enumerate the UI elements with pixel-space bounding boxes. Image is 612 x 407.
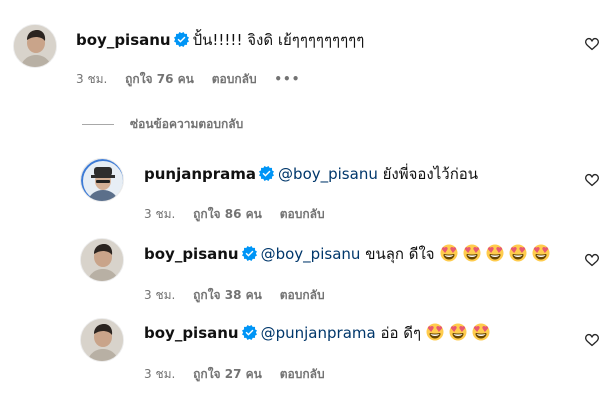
comment-line: punjanprama @boy_pisanu ยังพี่จองไว้ก่อน — [144, 164, 478, 184]
heart-eyes-emoji-icon — [486, 244, 504, 262]
timestamp[interactable]: 3 ชม. — [144, 207, 175, 221]
avatar[interactable] — [13, 24, 57, 68]
comment-meta: 3 ชม. ถูกใจ 27 คน ตอบกลับ — [144, 366, 339, 382]
avatar-image — [14, 25, 56, 67]
more-options-button[interactable]: ••• — [274, 72, 300, 86]
heart-eyes-emoji-icon — [472, 323, 490, 341]
emoji-group — [435, 245, 550, 263]
reply-button[interactable]: ตอบกลับ — [280, 288, 325, 302]
avatar-image — [81, 159, 123, 201]
avatar[interactable] — [80, 238, 124, 282]
heart-eyes-emoji-icon — [440, 244, 458, 262]
heart-eyes-emoji-icon — [449, 323, 467, 341]
mention-link[interactable]: @boy_pisanu — [278, 165, 378, 183]
heart-icon[interactable] — [584, 332, 600, 348]
comment-line: boy_pisanu @punjanprama อ่อ ดีๆ — [144, 323, 490, 343]
heart-icon[interactable] — [584, 36, 600, 52]
comment-meta: 3 ชม. ถูกใจ 38 คน ตอบกลับ — [144, 287, 339, 303]
avatar-image — [81, 319, 123, 361]
verified-badge-icon — [242, 246, 257, 261]
heart-eyes-emoji-icon — [509, 244, 527, 262]
comment-meta: 3 ชม. ถูกใจ 76 คน ตอบกลับ ••• — [76, 71, 314, 87]
heart-eyes-emoji-icon — [463, 244, 481, 262]
comment-meta: 3 ชม. ถูกใจ 86 คน ตอบกลับ — [144, 206, 339, 222]
comment-line: boy_pisanu ปั้น!!!!! จิงดิ เย้ๆๆๆๆๆๆๆๆๆ — [76, 30, 364, 50]
like-count[interactable]: ถูกใจ 86 คน — [193, 207, 262, 221]
comment-line: boy_pisanu @boy_pisanu ขนลุก ดีใจ — [144, 244, 550, 264]
reply-button[interactable]: ตอบกลับ — [280, 207, 325, 221]
timestamp[interactable]: 3 ชม. — [76, 72, 107, 86]
avatar[interactable] — [80, 318, 124, 362]
reply-button[interactable]: ตอบกลับ — [280, 367, 325, 381]
avatar-image — [81, 239, 123, 281]
mention-link[interactable]: @punjanprama — [261, 324, 376, 342]
heart-icon[interactable] — [584, 172, 600, 188]
comment-text: ปั้น!!!!! จิงดิ เย้ๆๆๆๆๆๆๆๆๆ — [192, 31, 365, 49]
verified-badge-icon — [174, 32, 189, 47]
heart-eyes-emoji-icon — [532, 244, 550, 262]
avatar[interactable] — [80, 158, 124, 202]
timestamp[interactable]: 3 ชม. — [144, 367, 175, 381]
like-count[interactable]: ถูกใจ 27 คน — [193, 367, 262, 381]
verified-badge-icon — [242, 325, 257, 340]
heart-icon[interactable] — [584, 252, 600, 268]
like-count[interactable]: ถูกใจ 76 คน — [125, 72, 194, 86]
like-count[interactable]: ถูกใจ 38 คน — [193, 288, 262, 302]
divider — [82, 124, 114, 125]
hide-replies-button[interactable]: ซ่อนข้อความตอบกลับ — [82, 116, 243, 132]
hide-replies-label: ซ่อนข้อความตอบกลับ — [130, 117, 244, 131]
username[interactable]: punjanprama — [144, 165, 256, 183]
comment-text: ยังพี่จองไว้ก่อน — [382, 165, 479, 183]
username[interactable]: boy_pisanu — [144, 245, 239, 263]
username[interactable]: boy_pisanu — [76, 31, 171, 49]
verified-badge-icon — [259, 166, 274, 181]
comment-text: ขนลุก ดีใจ — [365, 245, 435, 263]
heart-eyes-emoji-icon — [426, 323, 444, 341]
reply-button[interactable]: ตอบกลับ — [212, 72, 257, 86]
comment-text: อ่อ ดีๆ — [380, 324, 422, 342]
username[interactable]: boy_pisanu — [144, 324, 239, 342]
timestamp[interactable]: 3 ชม. — [144, 288, 175, 302]
mention-link[interactable]: @boy_pisanu — [261, 245, 361, 263]
emoji-group — [421, 324, 490, 342]
